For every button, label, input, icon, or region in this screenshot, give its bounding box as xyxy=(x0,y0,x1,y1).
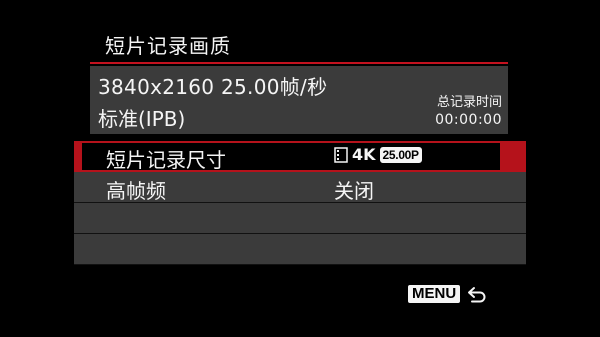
total-record-time-label: 总记录时间 xyxy=(436,95,502,110)
title-divider xyxy=(90,62,508,64)
camera-menu-screen: 短片记录画质 3840x2160 25.00帧/秒 标准(IPB) 总记录时间 … xyxy=(0,0,600,337)
menu-title: 短片记录画质 xyxy=(105,34,231,58)
movie-rec-size-value: 4K 25.00P xyxy=(334,147,422,163)
menu-button-label: MENU xyxy=(408,285,461,303)
high-frame-rate-label: 高帧频 xyxy=(106,179,166,203)
resolution-frame-rate: 3840x2160 25.00帧/秒 xyxy=(98,75,328,99)
high-frame-rate-value: 关闭 xyxy=(334,179,374,203)
frame-rate-badge: 25.00P xyxy=(379,147,422,163)
film-icon xyxy=(334,147,348,163)
settings-list: 短片记录尺寸 4K 25.00P 高帧频 关闭 xyxy=(74,141,526,265)
menu-back-button[interactable]: MENU xyxy=(408,285,488,303)
movie-rec-size-row[interactable]: 短片记录尺寸 4K 25.00P xyxy=(74,141,526,172)
compression-mode: 标准(IPB) xyxy=(98,107,186,131)
movie-rec-size-label: 短片记录尺寸 xyxy=(106,148,226,172)
4k-icon: 4K xyxy=(352,145,376,164)
recording-info-panel: 3840x2160 25.00帧/秒 标准(IPB) 总记录时间 00:00:0… xyxy=(90,66,508,134)
return-arrow-icon xyxy=(468,287,486,303)
empty-row xyxy=(74,203,526,234)
total-record-time-value: 00:00:00 xyxy=(435,112,502,128)
empty-row xyxy=(74,234,526,265)
high-frame-rate-row[interactable]: 高帧频 关闭 xyxy=(74,172,526,203)
